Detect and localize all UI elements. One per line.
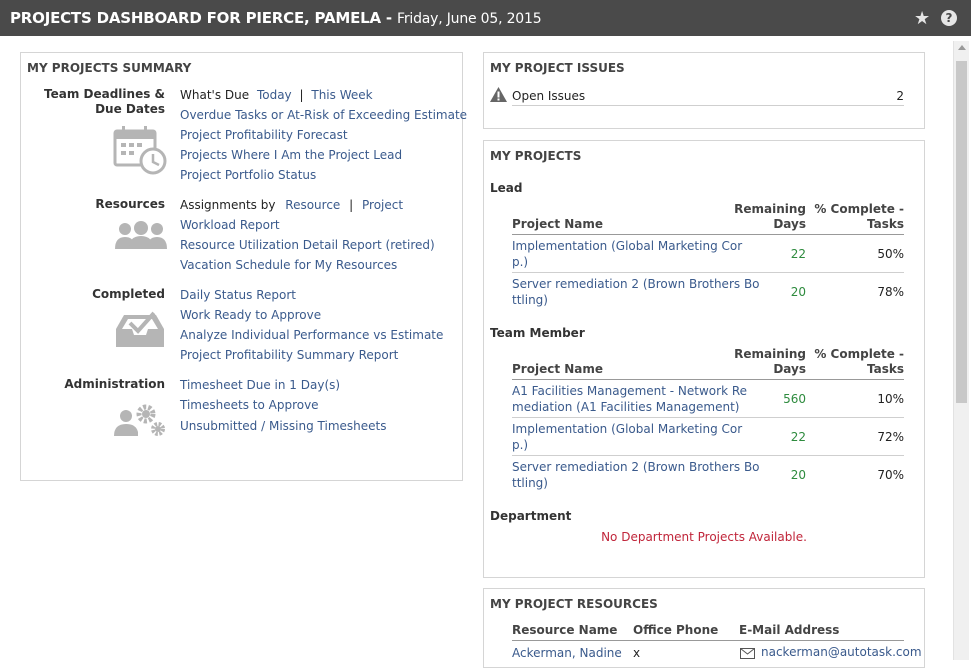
warning-icon	[490, 87, 507, 102]
scroll-up-arrow-icon[interactable]	[958, 45, 966, 50]
resource-name-link[interactable]: Ackerman, Nadine	[512, 646, 622, 660]
work-ready-link[interactable]: Work Ready to Approve	[180, 308, 321, 322]
portfolio-status-link[interactable]: Project Portfolio Status	[180, 168, 316, 182]
table-row-project-link[interactable]: Implementation (Global Marketing Cor p.)	[512, 421, 742, 453]
col-project-name: Project Name	[512, 362, 604, 376]
overdue-tasks-link[interactable]: Overdue Tasks or At-Risk of Exceeding Es…	[180, 108, 467, 122]
profitability-forecast-link[interactable]: Project Profitability Forecast	[180, 128, 348, 142]
utilization-report-link[interactable]: Resource Utilization Detail Report (reti…	[180, 238, 435, 252]
no-department-message: No Department Projects Available.	[601, 530, 807, 544]
daily-status-link[interactable]: Daily Status Report	[180, 288, 296, 302]
table-row-days: 22	[790, 247, 806, 261]
page-title: PROJECTS DASHBOARD FOR PIERCE, PAMELA - …	[10, 9, 542, 27]
admin-gears-icon	[114, 404, 165, 436]
project-issues-panel: MY PROJECT ISSUES Open Issues 2	[483, 52, 925, 129]
col-project-name: Project Name	[512, 217, 604, 231]
divider	[512, 640, 904, 641]
table-row-days: 22	[790, 430, 806, 444]
table-row-days: 20	[790, 468, 806, 482]
completed-label: Completed	[92, 287, 165, 301]
my-projects-panel: MY PROJECTS Lead Project Name Remaining D…	[483, 140, 925, 578]
team-member-label: Team Member	[490, 326, 585, 340]
by-resource-link[interactable]: Resource	[285, 198, 340, 212]
col-percent-complete: % Complete - Tasks	[814, 202, 904, 231]
table-row-project-link[interactable]: Server remediation 2 (Brown Brothers Bo t…	[512, 459, 760, 491]
open-issues-count[interactable]: 2	[896, 89, 904, 103]
table-row-percent: 72%	[877, 430, 904, 444]
resources-label: Resources	[95, 197, 165, 211]
profitability-summary-link[interactable]: Project Profitability Summary Report	[180, 348, 398, 362]
vacation-schedule-link[interactable]: Vacation Schedule for My Resources	[180, 258, 397, 272]
projects-summary-title: MY PROJECTS SUMMARY	[27, 61, 192, 75]
table-row-days: 560	[783, 392, 806, 406]
workload-report-link[interactable]: Workload Report	[180, 218, 280, 232]
divider	[512, 105, 904, 106]
resource-email-link[interactable]: nackerman@autotask.com	[761, 645, 922, 659]
projects-lead-link[interactable]: Projects Where I Am the Project Lead	[180, 148, 402, 162]
open-issues-label[interactable]: Open Issues	[512, 89, 585, 103]
assignments-by-label: Assignments by	[180, 198, 276, 212]
col-email-address: E-Mail Address	[739, 623, 840, 637]
inbox-check-icon	[116, 311, 164, 347]
analyze-performance-link[interactable]: Analyze Individual Performance vs Estima…	[180, 328, 443, 342]
my-projects-title: MY PROJECTS	[490, 149, 582, 163]
table-row-percent: 50%	[877, 247, 904, 261]
project-issues-title: MY PROJECT ISSUES	[490, 61, 625, 75]
this-week-link[interactable]: This Week	[311, 88, 372, 102]
col-office-phone: Office Phone	[633, 623, 719, 637]
lead-label: Lead	[490, 181, 523, 195]
scrollbar[interactable]	[953, 41, 969, 660]
divider	[512, 272, 904, 273]
col-resource-name: Resource Name	[512, 623, 618, 637]
resource-phone: x	[633, 646, 641, 660]
separator: |	[349, 198, 354, 212]
department-label: Department	[490, 509, 572, 523]
table-row-percent: 78%	[877, 285, 904, 299]
table-row-percent: 10%	[877, 392, 904, 406]
project-resources-title: MY PROJECT RESOURCES	[490, 597, 658, 611]
projects-summary-panel: MY PROJECTS SUMMARY Team Deadlines & Due…	[20, 52, 467, 481]
col-percent-complete: % Complete - Tasks	[814, 347, 904, 376]
whats-due-row: What's Due Today | This Week	[180, 88, 373, 102]
divider	[512, 417, 904, 418]
table-row-days: 20	[790, 285, 806, 299]
separator: |	[299, 88, 304, 102]
table-row-percent: 70%	[877, 468, 904, 482]
col-remaining-days: Remaining Days	[734, 347, 806, 376]
people-icon	[115, 221, 167, 249]
envelope-icon[interactable]	[740, 648, 755, 659]
scrollbar-thumb[interactable]	[956, 61, 967, 403]
whats-due-label: What's Due	[180, 88, 250, 102]
timesheets-approve-link[interactable]: Timesheets to Approve	[180, 398, 319, 412]
timesheet-due-link[interactable]: Timesheet Due in 1 Day(s)	[180, 378, 340, 392]
divider	[512, 379, 904, 380]
administration-label: Administration	[64, 377, 165, 391]
assignments-row: Assignments by Resource | Project	[180, 198, 403, 212]
by-project-link[interactable]: Project	[362, 198, 403, 212]
table-row-project-link[interactable]: Server remediation 2 (Brown Brothers Bo t…	[512, 276, 760, 308]
project-resources-panel: MY PROJECT RESOURCES Resource Name Offic…	[483, 588, 925, 668]
calendar-clock-icon	[113, 126, 167, 175]
today-link[interactable]: Today	[257, 88, 292, 102]
page-title-text: PROJECTS DASHBOARD FOR PIERCE, PAMELA -	[10, 9, 392, 27]
star-icon[interactable]: ★	[914, 8, 930, 29]
col-remaining-days: Remaining Days	[734, 202, 806, 231]
table-row-project-link[interactable]: Implementation (Global Marketing Cor p.)	[512, 238, 742, 270]
title-bar: PROJECTS DASHBOARD FOR PIERCE, PAMELA - …	[0, 0, 971, 36]
divider	[512, 234, 904, 235]
team-deadlines-label: Team Deadlines & Due Dates	[44, 87, 165, 116]
missing-timesheets-link[interactable]: Unsubmitted / Missing Timesheets	[180, 419, 386, 433]
divider	[512, 455, 904, 456]
table-row-project-link[interactable]: A1 Facilities Management - Network Re med…	[512, 383, 747, 415]
page-date: Friday, June 05, 2015	[396, 11, 542, 27]
help-icon[interactable]: ?	[941, 10, 957, 26]
